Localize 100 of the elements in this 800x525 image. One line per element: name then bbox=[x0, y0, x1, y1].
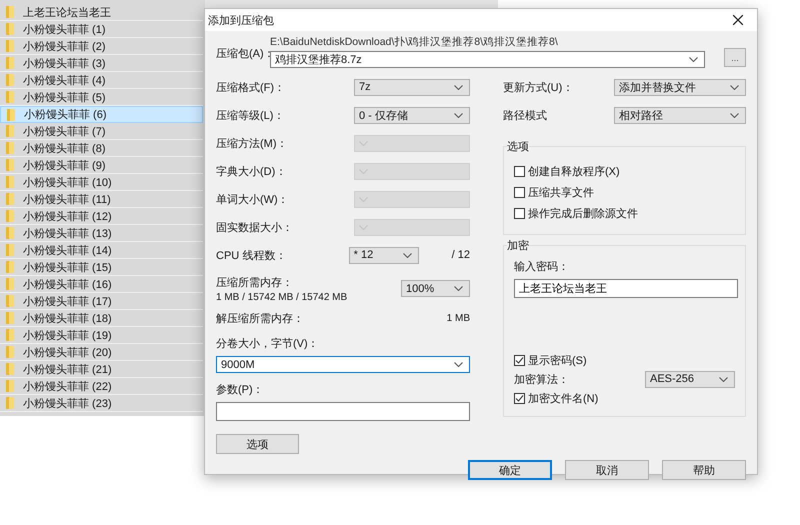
dialog-button[interactable]: 确定 bbox=[468, 460, 552, 480]
combobox[interactable]: 7z bbox=[354, 78, 470, 96]
combobox[interactable]: 添加并替换文件 bbox=[614, 78, 746, 96]
folder-icon bbox=[6, 57, 14, 69]
folder-icon bbox=[6, 295, 14, 307]
thread-max-text: / 12 bbox=[452, 249, 470, 261]
combobox[interactable]: 100% bbox=[401, 280, 470, 297]
folder-item[interactable]: 小粉馒头菲菲 (3) bbox=[0, 55, 203, 72]
folder-icon bbox=[6, 312, 14, 324]
folder-item[interactable]: 小粉馒头菲菲 (17) bbox=[0, 293, 203, 310]
input-field[interactable] bbox=[216, 402, 470, 421]
combobox[interactable]: 0 - 仅存储 bbox=[354, 106, 470, 124]
path-text: E:\BaiduNetdiskDownload\扑\鸡排汉堡推荐8\鸡排汉堡推荐8\ bbox=[270, 35, 559, 49]
folder-icon bbox=[6, 244, 14, 256]
folder-item[interactable]: 小粉馒头菲菲 (19) bbox=[0, 327, 203, 344]
folder-icon bbox=[6, 74, 14, 86]
checkbox[interactable]: 压缩共享文件 bbox=[514, 184, 735, 200]
field-label: 字典大小(D)： bbox=[216, 164, 286, 178]
combobox[interactable]: * 12 bbox=[348, 246, 419, 264]
folder-item[interactable]: 小粉馒头菲菲 (2) bbox=[0, 38, 203, 55]
folder-icon bbox=[6, 380, 14, 392]
folder-icon bbox=[6, 40, 14, 52]
folder-item[interactable]: 小粉馒头菲菲 (1) bbox=[0, 21, 203, 38]
checkbox[interactable]: 加密文件名(N) bbox=[514, 390, 735, 406]
folder-item[interactable]: 小粉馒头菲菲 (21) bbox=[0, 361, 203, 378]
folder-icon bbox=[6, 363, 14, 375]
folder-icon bbox=[6, 142, 14, 154]
folder-icon bbox=[7, 108, 15, 120]
checkbox[interactable]: 创建自释放程序(X) bbox=[514, 163, 735, 179]
field-label: 压缩方法(M)： bbox=[216, 136, 288, 150]
folder-icon bbox=[6, 397, 14, 409]
group-title: 选项 bbox=[507, 139, 529, 154]
checkbox[interactable]: 操作完成后删除源文件 bbox=[514, 205, 735, 221]
folder-item[interactable]: 小粉馒头菲菲 (22) bbox=[0, 378, 203, 395]
dialog-button[interactable]: 取消 bbox=[565, 460, 649, 480]
folder-icon bbox=[6, 6, 14, 18]
folder-icon bbox=[6, 329, 14, 341]
field-label: 压缩所需内存： bbox=[216, 276, 294, 290]
folder-item[interactable]: 小粉馒头菲菲 (6) bbox=[0, 106, 203, 123]
checkbox[interactable]: 显示密码(S) bbox=[514, 352, 735, 368]
chevron-down-icon bbox=[454, 112, 463, 118]
folder-icon bbox=[6, 278, 14, 290]
chevron-down-icon bbox=[454, 286, 463, 291]
folder-item[interactable]: 小粉馒头菲菲 (16) bbox=[0, 276, 203, 293]
chevron-down-icon bbox=[454, 362, 463, 367]
archive-name-combobox[interactable]: 鸡排汉堡推荐8.7z bbox=[270, 51, 705, 68]
field-label: 压缩包(A)： bbox=[216, 46, 270, 61]
field-label: 路径模式 bbox=[503, 108, 547, 122]
field-label: 参数(P)： bbox=[216, 383, 265, 397]
memory-usage-text: 1 MB / 15742 MB / 15742 MB bbox=[216, 292, 348, 303]
chevron-down-icon bbox=[730, 112, 739, 118]
options-button[interactable]: 选项 bbox=[216, 434, 299, 454]
folder-item[interactable]: 小粉馒头菲菲 (14) bbox=[0, 242, 203, 259]
browse-button[interactable]: ... bbox=[724, 48, 746, 67]
folder-item[interactable]: 小粉馒头菲菲 (7) bbox=[0, 123, 203, 140]
folder-item[interactable]: 小粉馒头菲菲 (18) bbox=[0, 310, 203, 327]
dialog-button[interactable]: 帮助 bbox=[662, 460, 746, 480]
chevron-down-icon bbox=[730, 84, 739, 90]
field-label: 压缩等级(L)： bbox=[216, 108, 284, 122]
chevron-down-icon bbox=[719, 376, 728, 382]
folder-item[interactable]: 小粉馒头菲菲 (15) bbox=[0, 259, 203, 276]
folder-icon bbox=[6, 23, 14, 35]
folder-icon bbox=[6, 91, 14, 103]
field-label: 输入密码： bbox=[514, 260, 570, 274]
memory-value-text: 1 MB bbox=[446, 313, 470, 324]
chevron-down-icon bbox=[689, 57, 698, 62]
field-label: 更新方式(U)： bbox=[503, 80, 574, 94]
folder-item[interactable]: 小粉馒头菲菲 (13) bbox=[0, 225, 203, 242]
field-label: 单词大小(W)： bbox=[216, 192, 289, 206]
field-label: 加密算法： bbox=[514, 372, 569, 386]
folder-icon bbox=[6, 125, 14, 137]
folder-icon bbox=[6, 159, 14, 171]
field-label: 分卷大小，字节(V)： bbox=[216, 336, 320, 351]
close-icon[interactable] bbox=[733, 15, 743, 25]
folder-icon bbox=[6, 193, 14, 205]
folder-item[interactable]: 小粉馒头菲菲 (9) bbox=[0, 157, 203, 174]
folder-item[interactable]: 小粉馒头菲菲 (12) bbox=[0, 208, 203, 225]
field-label: 压缩格式(F)： bbox=[216, 80, 286, 94]
combobox[interactable]: 相对路径 bbox=[614, 106, 746, 124]
folder-icon bbox=[6, 176, 14, 188]
password-field[interactable]: 上老王论坛当老王 bbox=[514, 279, 738, 298]
chevron-down-icon bbox=[454, 84, 463, 90]
group-title: 加密 bbox=[507, 238, 529, 253]
folder-item[interactable]: 小粉馒头菲菲 (10) bbox=[0, 174, 203, 191]
field-label: 固实数据大小： bbox=[216, 220, 293, 234]
field-label: 解压缩所需内存： bbox=[216, 312, 304, 326]
folder-item[interactable]: 小粉馒头菲菲 (20) bbox=[0, 344, 203, 361]
folder-icon bbox=[6, 227, 14, 239]
folder-item[interactable]: 上老王论坛当老王 bbox=[0, 4, 203, 21]
folder-icon bbox=[6, 261, 14, 273]
folder-item[interactable]: 小粉馒头菲菲 (8) bbox=[0, 140, 203, 157]
window-title: 添加到压缩包 bbox=[208, 14, 274, 28]
field-label: CPU 线程数： bbox=[216, 248, 286, 262]
combobox[interactable]: AES-256 bbox=[645, 370, 735, 388]
chevron-down-icon bbox=[402, 252, 412, 258]
folder-item[interactable]: 小粉馒头菲菲 (11) bbox=[0, 191, 203, 208]
folder-item[interactable]: 小粉馒头菲菲 (4) bbox=[0, 72, 203, 89]
volume-size-combobox[interactable]: 9000M bbox=[216, 356, 470, 373]
folder-item[interactable]: 小粉馒头菲菲 (23) bbox=[0, 395, 203, 412]
folder-item[interactable]: 小粉馒头菲菲 (5) bbox=[0, 89, 203, 106]
